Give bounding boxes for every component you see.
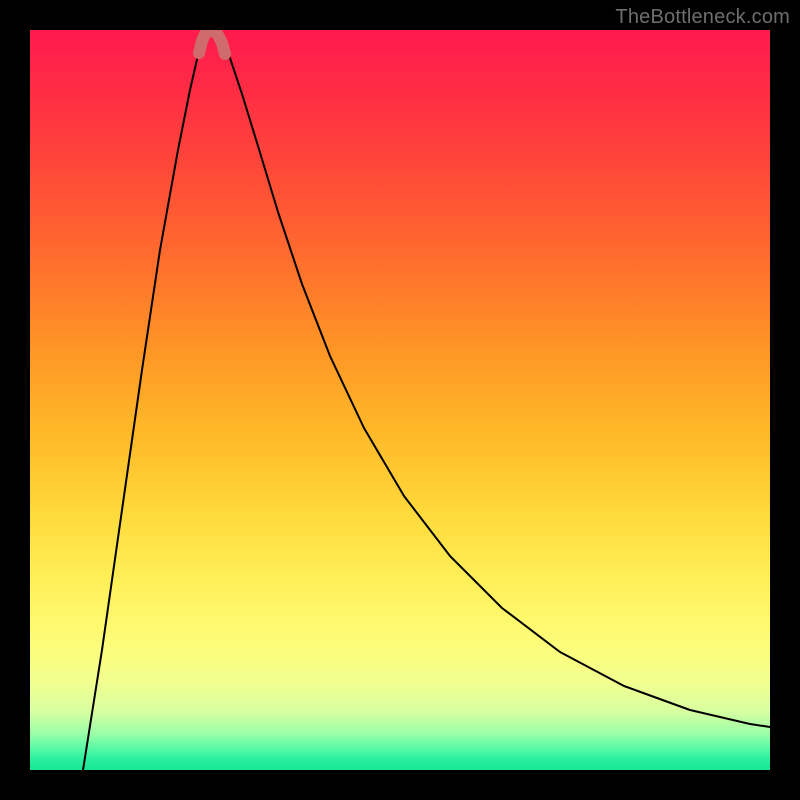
watermark-text: TheBottleneck.com [615, 6, 790, 29]
cusp-highlight [199, 31, 225, 54]
bottleneck-curve [83, 30, 770, 770]
chart-frame: TheBottleneck.com [0, 0, 800, 800]
plot-area [30, 30, 770, 770]
curve-layer [30, 30, 770, 770]
